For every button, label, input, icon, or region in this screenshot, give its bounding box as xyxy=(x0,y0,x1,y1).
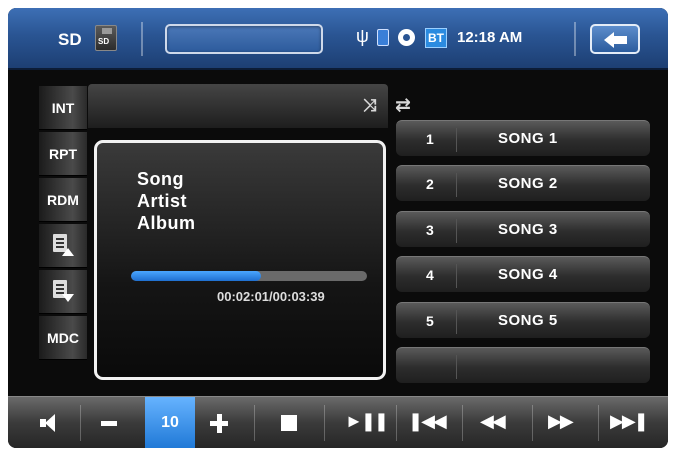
playlist-up-button[interactable] xyxy=(39,224,87,268)
volume-down-icon[interactable] xyxy=(101,421,117,426)
track-number: 3 xyxy=(426,222,434,238)
track-info-panel: Song Artist Album 00:02:01/00:03:39 xyxy=(94,140,386,380)
track-title: SONG 3 xyxy=(498,221,558,238)
play-pause-icon[interactable]: ►❚❚ xyxy=(345,411,389,432)
track-number: 4 xyxy=(426,267,434,283)
clock: 12:18 AM xyxy=(457,29,523,46)
track-title: SONG 5 xyxy=(498,312,558,329)
divider xyxy=(141,22,143,56)
shuffle-icon[interactable]: ⤨ xyxy=(363,96,377,116)
status-bar: SD SD ψ BT 12:18 AM xyxy=(8,8,668,70)
intro-button[interactable]: INT xyxy=(39,86,87,130)
track-number: 1 xyxy=(426,131,434,147)
playlist-down-button[interactable] xyxy=(39,270,87,314)
playlist-item[interactable]: 3 SONG 3 xyxy=(396,211,650,247)
album-name: Album xyxy=(137,213,196,233)
repeat-icon[interactable]: ⇄ xyxy=(395,94,411,117)
track-title: SONG 1 xyxy=(498,130,558,147)
title-display-field xyxy=(165,24,323,54)
playlist-item[interactable]: 4 SONG 4 xyxy=(396,256,650,292)
next-track-icon[interactable]: ▶▶❚ xyxy=(610,411,649,432)
playlist-item[interactable]: 2 SONG 2 xyxy=(396,165,650,201)
head-unit-screen: SD SD ψ BT 12:18 AM INT RPT RDM MDC ⤨ ⇄ xyxy=(8,8,668,448)
artist-name: Artist xyxy=(137,191,188,211)
song-title: Song xyxy=(137,169,184,189)
control-bar: 10 ►❚❚ ❚◀◀ ◀◀ ▶▶ ▶▶❚ xyxy=(8,396,668,448)
info-header: ⤨ ⇄ xyxy=(88,84,411,128)
mode-sidebar: INT RPT RDM MDC xyxy=(39,86,87,386)
time-display: 00:02:01/00:03:39 xyxy=(217,289,325,304)
disc-icon xyxy=(398,29,415,46)
bluetooth-icon: BT xyxy=(425,28,447,48)
mute-icon[interactable] xyxy=(40,414,58,432)
repeat-button[interactable]: RPT xyxy=(39,132,87,176)
mdc-button[interactable]: MDC xyxy=(39,316,87,360)
playlist-item[interactable]: 5 SONG 5 xyxy=(396,302,650,338)
previous-track-icon[interactable]: ❚◀◀ xyxy=(408,411,447,432)
track-number: 5 xyxy=(426,313,434,329)
back-button[interactable] xyxy=(590,24,640,54)
playlist-item[interactable]: 1 SONG 1 xyxy=(396,120,650,156)
playlist-item[interactable] xyxy=(396,347,650,383)
memory-card-icon xyxy=(377,29,389,46)
usb-icon: ψ xyxy=(356,26,369,46)
track-title: SONG 2 xyxy=(498,175,558,192)
random-button[interactable]: RDM xyxy=(39,178,87,222)
sd-icon-label: SD xyxy=(98,37,110,46)
track-number: 2 xyxy=(426,176,434,192)
source-label[interactable]: SD xyxy=(58,30,82,50)
progress-fill xyxy=(131,271,261,281)
sd-card-icon[interactable]: SD xyxy=(95,25,117,51)
volume-level: 10 xyxy=(145,397,195,448)
divider xyxy=(574,22,576,56)
fast-forward-icon[interactable]: ▶▶ xyxy=(548,411,574,432)
stop-icon[interactable] xyxy=(281,415,297,431)
progress-bar[interactable] xyxy=(131,271,367,281)
track-title: SONG 4 xyxy=(498,266,558,283)
rewind-icon[interactable]: ◀◀ xyxy=(480,411,506,432)
